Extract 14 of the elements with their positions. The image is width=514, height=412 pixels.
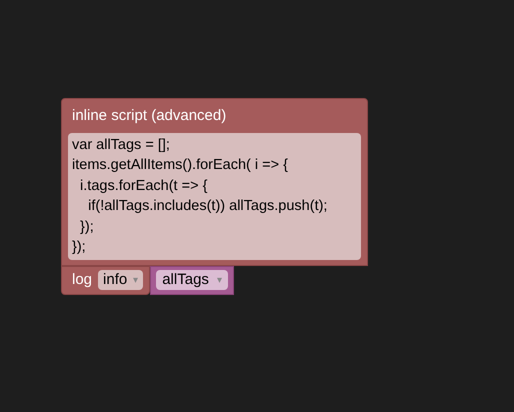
log-block[interactable]: log info ▾ — [61, 266, 150, 294]
variable-dropdown[interactable]: allTags ▾ — [156, 270, 228, 290]
code-line: }); — [79, 218, 95, 236]
code-line: }); — [72, 238, 87, 257]
variable-block[interactable]: allTags ▾ — [150, 266, 234, 294]
level-dropdown[interactable]: info ▾ — [98, 270, 144, 290]
code-line: if(!allTags.includes(t)) allTags.push(t); — [87, 197, 328, 216]
inline-script-block[interactable]: inline script (advanced) var allTags = []; items.getAllItems().forEach( i => { i.tags.forEach(t => { if(!allTags.includes(t)) allTags.push(t); }); }); — [61, 98, 368, 266]
block-title: inline script (advanced) — [71, 106, 228, 126]
code-line: items.getAllItems().forEach( i => { — [72, 156, 289, 175]
code-editor[interactable]: var allTags = []; items.getAllItems().forEach( i => { i.tags.forEach(t => { if(!allTags.includes(t)) allTags.push(t); }); }); — [68, 132, 361, 260]
code-line: i.tags.forEach(t => { — [79, 176, 208, 196]
log-label: log — [72, 270, 92, 290]
code-line: var allTags = []; — [72, 136, 171, 154]
